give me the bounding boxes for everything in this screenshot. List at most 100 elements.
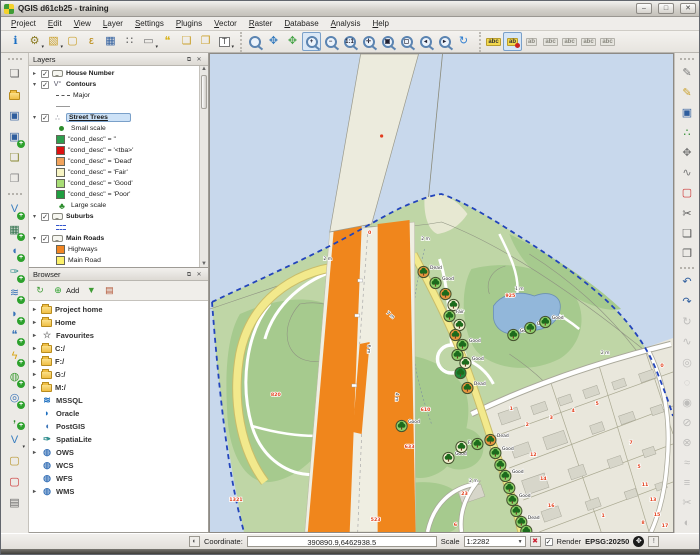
browser-refresh-button[interactable]: ↻ bbox=[34, 286, 46, 295]
crs-projection-button[interactable]: ✥ bbox=[633, 536, 644, 547]
browser-item-postgis[interactable]: ◖PostGIS bbox=[31, 420, 208, 433]
add-raster-layer-icon[interactable]: ▦+ bbox=[4, 220, 25, 241]
zoom-to-layer-icon[interactable]: ▢ bbox=[397, 32, 416, 51]
highlight-pinned-labels-icon[interactable]: ab bbox=[522, 32, 541, 51]
move-feature-icon[interactable]: ✥ bbox=[677, 144, 698, 164]
add-spatialite-layer-icon[interactable]: ✑+ bbox=[4, 262, 25, 283]
layer-item-main-roads[interactable]: ▾✓Main Roads bbox=[31, 233, 208, 244]
expander-icon[interactable]: ▸ bbox=[31, 436, 38, 443]
new-project-icon[interactable]: ❏ bbox=[4, 64, 25, 85]
redo-icon[interactable]: ↷ bbox=[677, 293, 698, 313]
save-layer-edits-icon[interactable]: ▣ bbox=[677, 104, 698, 124]
layer-visibility-checkbox[interactable]: ✓ bbox=[41, 81, 49, 89]
fill-ring-icon[interactable]: ◉ bbox=[677, 393, 698, 413]
legend-item[interactable]: Main Road bbox=[31, 255, 208, 266]
run-feature-action-icon[interactable]: ⚙▾ bbox=[25, 32, 44, 51]
minimize-button[interactable]: – bbox=[636, 3, 652, 14]
select-features-rectangle-icon[interactable]: ▧▾ bbox=[44, 32, 63, 51]
layer-visibility-checkbox[interactable]: ✓ bbox=[41, 235, 49, 243]
legend-item[interactable]: "cond_desc" = '<tba>' bbox=[31, 145, 208, 156]
menu-database[interactable]: Database bbox=[278, 18, 324, 29]
paste-features-icon[interactable]: ❐ bbox=[677, 244, 698, 264]
menu-plugins[interactable]: Plugins bbox=[170, 18, 208, 29]
menu-vector[interactable]: Vector bbox=[208, 18, 243, 29]
coordinate-input[interactable]: 390890.9,6462938.5 bbox=[247, 536, 437, 547]
panel-float-icon[interactable]: ⧉ bbox=[184, 270, 194, 279]
change-label-properties-icon[interactable]: abc bbox=[598, 32, 617, 51]
layer-item-contours[interactable]: ▾✓V°Contours bbox=[31, 79, 208, 90]
browser-item-wms[interactable]: ▸◍WMS bbox=[31, 485, 208, 498]
expander-icon[interactable]: ▸ bbox=[31, 371, 38, 378]
legend-item[interactable] bbox=[31, 101, 208, 112]
toolbar-handle[interactable] bbox=[680, 58, 694, 62]
add-ring-icon[interactable]: ◎ bbox=[677, 353, 698, 373]
menu-view[interactable]: View bbox=[68, 18, 97, 29]
add-postgis-layer-icon[interactable]: ◖+ bbox=[4, 241, 25, 262]
zoom-last-icon[interactable]: ◂ bbox=[416, 32, 435, 51]
layer-item-house-number[interactable]: ▸✓House Number bbox=[31, 68, 208, 79]
layer-visibility-checkbox[interactable]: ✓ bbox=[41, 213, 49, 221]
composer-manager-icon[interactable]: ❐ bbox=[4, 169, 25, 190]
browser-item-oracle[interactable]: ◗Oracle bbox=[31, 407, 208, 420]
split-features-icon[interactable]: ✂ bbox=[677, 493, 698, 513]
toolbar-handle[interactable] bbox=[680, 267, 694, 271]
menu-settings[interactable]: Settings bbox=[129, 18, 170, 29]
touch-zoom-pan-icon[interactable] bbox=[245, 32, 264, 51]
toolbar-handle[interactable] bbox=[8, 58, 22, 62]
menu-raster[interactable]: Raster bbox=[243, 18, 279, 29]
expander-icon[interactable]: ▸ bbox=[31, 332, 38, 339]
browser-item-c-[interactable]: ▸C:/ bbox=[31, 342, 208, 355]
text-annotation-icon[interactable]: T▾ bbox=[215, 32, 234, 51]
browser-item-project-home[interactable]: ▸Project home bbox=[31, 303, 208, 316]
show-bookmarks-icon[interactable]: ❐ bbox=[196, 32, 215, 51]
measure-line-icon[interactable]: ▭▾ bbox=[139, 32, 158, 51]
expander-icon[interactable]: ▸ bbox=[31, 306, 38, 313]
field-calculator-icon[interactable]: ∷ bbox=[120, 32, 139, 51]
log-messages-button[interactable]: ! bbox=[648, 536, 659, 547]
add-feature-icon[interactable]: ∴ bbox=[677, 124, 698, 144]
copy-features-icon[interactable]: ❏ bbox=[677, 224, 698, 244]
browser-item-mssql[interactable]: ▸≋MSSQL bbox=[31, 394, 208, 407]
add-oracle-layer-icon[interactable]: ◗+ bbox=[4, 304, 25, 325]
expander-icon[interactable]: ▾ bbox=[31, 114, 38, 121]
expander-icon[interactable]: ▸ bbox=[31, 397, 38, 404]
offset-curve-icon[interactable]: ≡ bbox=[677, 473, 698, 493]
browser-item-ows[interactable]: ▸◍OWS bbox=[31, 446, 208, 459]
pin-unpin-labels-icon[interactable]: ab bbox=[503, 32, 522, 51]
expander-icon[interactable]: ▾ bbox=[31, 81, 38, 88]
browser-item-wcs[interactable]: ◍WCS bbox=[31, 459, 208, 472]
legend-item[interactable]: "cond_desc" = 'Poor' bbox=[31, 189, 208, 200]
open-project-icon[interactable] bbox=[4, 85, 25, 106]
legend-item[interactable]: Highways bbox=[31, 244, 208, 255]
legend-item[interactable]: "cond_desc" = '' bbox=[31, 134, 208, 145]
undo-icon[interactable]: ↶ bbox=[677, 273, 698, 293]
legend-item[interactable]: "cond_desc" = 'Good' bbox=[31, 178, 208, 189]
zoom-in-icon[interactable]: + bbox=[302, 32, 321, 51]
expander-icon[interactable]: ▸ bbox=[31, 449, 38, 456]
merge-features-icon[interactable]: ◐ bbox=[677, 513, 698, 533]
expander-icon[interactable]: ▸ bbox=[31, 345, 38, 352]
save-project-as-icon[interactable]: ▣+ bbox=[4, 127, 25, 148]
zoom-to-selection-icon[interactable]: ▣ bbox=[378, 32, 397, 51]
browser-item-spatialite[interactable]: ▸✑SpatiaLite bbox=[31, 433, 208, 446]
expander-icon[interactable]: ▸ bbox=[31, 384, 38, 391]
expander-icon[interactable]: ▸ bbox=[31, 358, 38, 365]
menu-help[interactable]: Help bbox=[366, 18, 394, 29]
legend-item[interactable]: Small scale bbox=[31, 123, 208, 134]
pan-map-icon[interactable]: ✥ bbox=[264, 32, 283, 51]
layer-item-suburbs[interactable]: ▾✓Suburbs bbox=[31, 211, 208, 222]
layer-labeling-options-icon[interactable]: abc bbox=[484, 32, 503, 51]
browser-item-f-[interactable]: ▸F:/ bbox=[31, 355, 208, 368]
rotate-feature-icon[interactable]: ↻ bbox=[677, 313, 698, 333]
expander-icon[interactable]: ▸ bbox=[31, 70, 38, 77]
browser-item-g-[interactable]: ▸G:/ bbox=[31, 368, 208, 381]
browser-filter-button[interactable]: ▼ bbox=[85, 286, 97, 295]
menu-analysis[interactable]: Analysis bbox=[325, 18, 367, 29]
reshape-features-icon[interactable]: ≈ bbox=[677, 453, 698, 473]
legend-item[interactable]: "cond_desc" = 'Dead' bbox=[31, 156, 208, 167]
panel-float-icon[interactable]: ⧉ bbox=[184, 55, 194, 64]
extents-toggle-icon[interactable]: ◐ bbox=[189, 536, 200, 547]
menu-edit[interactable]: Edit bbox=[42, 18, 68, 29]
expander-icon[interactable]: ▾ bbox=[31, 235, 38, 242]
save-project-icon[interactable]: ▣ bbox=[4, 106, 25, 127]
